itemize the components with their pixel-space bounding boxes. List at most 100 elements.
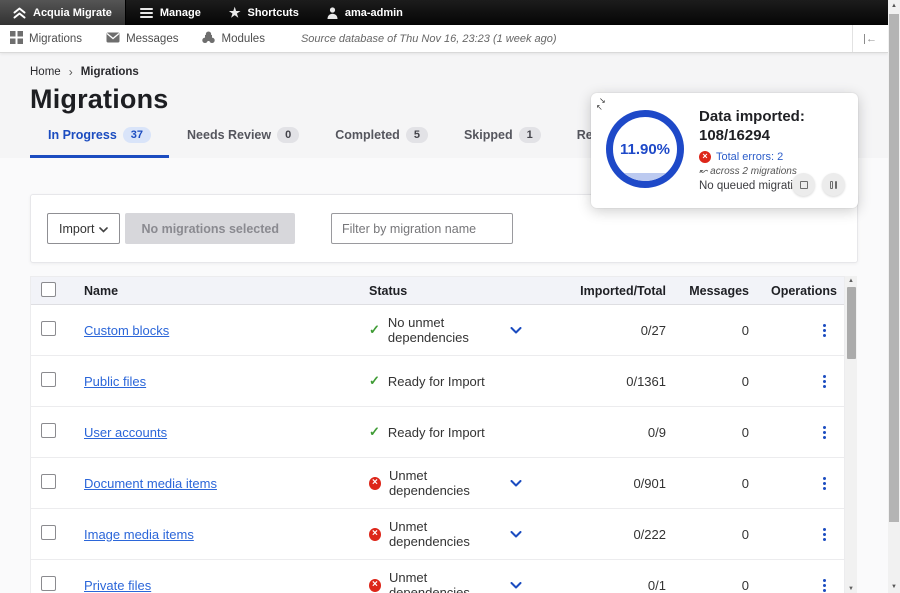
- migration-name-link[interactable]: Image media items: [84, 527, 194, 542]
- resize-handle-icon[interactable]: ↘ ↖: [596, 97, 610, 113]
- module-toolbar: Migrations Messages Modules Source datab…: [0, 25, 888, 53]
- check-icon: ✓: [369, 424, 380, 440]
- collapse-bar-icon: [864, 34, 865, 44]
- brand-label: Acquia Migrate: [33, 7, 112, 19]
- migrations-table-area: Name Status Imported/Total Messages Oper…: [30, 276, 857, 593]
- scroll-up-icon[interactable]: ▲: [845, 278, 857, 284]
- table-scrollbar[interactable]: ▲ ▼: [845, 276, 857, 593]
- operations-menu-button[interactable]: [819, 371, 830, 392]
- toolbar-collapse-button[interactable]: ←: [852, 25, 888, 52]
- tab-completed[interactable]: Completed 5: [317, 127, 446, 158]
- username-label: ama-admin: [345, 7, 403, 19]
- toolbar-item-modules[interactable]: Modules: [190, 31, 276, 47]
- operations-menu-button[interactable]: [819, 575, 830, 593]
- total-errors-link[interactable]: Total errors: 2: [716, 151, 783, 163]
- tab-in-progress[interactable]: In Progress 37: [30, 127, 169, 158]
- header-imported-total: Imported/Total: [536, 284, 666, 298]
- chevron-right-icon: ›: [69, 65, 73, 79]
- table-row: Image media items × Unmet dependencies 0…: [31, 509, 844, 560]
- migration-name-link[interactable]: Document media items: [84, 476, 217, 491]
- toolbar-item-messages[interactable]: Messages: [94, 32, 190, 46]
- migration-name-link[interactable]: Private files: [84, 578, 151, 593]
- page-scroll-up-icon[interactable]: ▲: [888, 3, 900, 9]
- progress-ring-fill: [613, 173, 677, 181]
- table-header-row: Name Status Imported/Total Messages Oper…: [31, 277, 844, 305]
- tab-label: Needs Review: [187, 128, 271, 142]
- toolbar-item-migrations[interactable]: Migrations: [0, 31, 94, 47]
- row-checkbox[interactable]: [41, 474, 56, 489]
- page-scrollbar[interactable]: ▲ ▼: [888, 0, 900, 593]
- topbar-shortcuts[interactable]: ★ Shortcuts: [215, 0, 313, 25]
- imported-total-value: 0/222: [536, 527, 666, 542]
- migration-name-link[interactable]: Public files: [84, 374, 146, 389]
- table-scrollbar-thumb[interactable]: [847, 287, 856, 359]
- status-label: Unmet dependencies: [389, 519, 502, 549]
- operations-menu-button[interactable]: [819, 473, 830, 494]
- modules-icon: [202, 31, 215, 47]
- imported-total-value: 0/27: [536, 323, 666, 338]
- table-row: Document media items × Unmet dependencie…: [31, 458, 844, 509]
- error-icon: ×: [369, 528, 381, 541]
- messages-count: 0: [666, 323, 749, 338]
- messages-count: 0: [666, 578, 749, 593]
- tab-count-badge: 1: [519, 127, 541, 143]
- breadcrumb-home-link[interactable]: Home: [30, 66, 61, 78]
- main-content: Import No migrations selected Name Statu…: [0, 194, 888, 593]
- imported-total-value: 0/901: [536, 476, 666, 491]
- chevron-down-icon: [99, 222, 108, 236]
- row-checkbox[interactable]: [41, 525, 56, 540]
- acquia-migrate-brand[interactable]: Acquia Migrate: [0, 0, 126, 25]
- stop-import-button[interactable]: [792, 173, 815, 196]
- migration-name-link[interactable]: User accounts: [84, 425, 167, 440]
- tab-needs-review[interactable]: Needs Review 0: [169, 127, 317, 158]
- status-expand-chevron-icon[interactable]: [510, 582, 522, 589]
- row-checkbox[interactable]: [41, 576, 56, 591]
- table-row: Private files × Unmet dependencies 0/1 0: [31, 560, 844, 593]
- import-dropdown-button[interactable]: Import: [47, 213, 120, 244]
- status-expand-chevron-icon[interactable]: [510, 531, 522, 538]
- messages-count: 0: [666, 374, 749, 389]
- table-row: Custom blocks ✓ No unmet dependencies 0/…: [31, 305, 844, 356]
- migration-filter-input[interactable]: [331, 213, 513, 244]
- total-errors-line: × Total errors: 2: [699, 151, 844, 163]
- status-expand-chevron-icon[interactable]: [510, 480, 522, 487]
- row-checkbox[interactable]: [41, 372, 56, 387]
- star-icon: ★: [229, 6, 241, 19]
- admin-topbar: Acquia Migrate Manage ★ Shortcuts ama-ad…: [0, 0, 888, 25]
- table-row: User accounts ✓ Ready for Import 0/9 0: [31, 407, 844, 458]
- data-imported-title: Data imported: 108/16294: [699, 108, 844, 146]
- topbar-manage[interactable]: Manage: [126, 0, 215, 25]
- header-name: Name: [73, 284, 369, 298]
- status-label: Unmet dependencies: [389, 468, 502, 498]
- scroll-down-icon[interactable]: ▼: [845, 586, 857, 592]
- messages-label: Messages: [126, 33, 178, 45]
- row-checkbox[interactable]: [41, 321, 56, 336]
- page-scroll-down-icon[interactable]: ▼: [888, 584, 900, 590]
- operations-menu-button[interactable]: [819, 320, 830, 341]
- table-row: Public files ✓ Ready for Import 0/1361 0: [31, 356, 844, 407]
- select-all-checkbox[interactable]: [41, 282, 56, 297]
- imported-total-value: 0/1361: [536, 374, 666, 389]
- error-icon: ×: [699, 151, 711, 163]
- check-icon: ✓: [369, 373, 380, 389]
- pause-import-button[interactable]: [822, 173, 845, 196]
- status-label: No unmet dependencies: [388, 315, 502, 345]
- operations-menu-button[interactable]: [819, 524, 830, 545]
- manage-label: Manage: [160, 7, 201, 19]
- tab-skipped[interactable]: Skipped 1: [446, 127, 559, 158]
- tab-count-badge: 37: [123, 127, 151, 143]
- status-label: Ready for Import: [388, 425, 485, 440]
- breadcrumb-current: Migrations: [81, 66, 139, 78]
- migrations-table: Name Status Imported/Total Messages Oper…: [30, 276, 845, 593]
- messages-count: 0: [666, 527, 749, 542]
- operations-menu-button[interactable]: [819, 422, 830, 443]
- header-status: Status: [369, 284, 536, 298]
- topbar-user[interactable]: ama-admin: [313, 0, 417, 25]
- header-operations: Operations: [749, 284, 844, 298]
- status-label: Unmet dependencies: [389, 570, 502, 593]
- status-expand-chevron-icon[interactable]: [510, 327, 522, 334]
- shortcuts-label: Shortcuts: [247, 7, 298, 19]
- migration-name-link[interactable]: Custom blocks: [84, 323, 169, 338]
- page-scrollbar-thumb[interactable]: [889, 14, 899, 522]
- row-checkbox[interactable]: [41, 423, 56, 438]
